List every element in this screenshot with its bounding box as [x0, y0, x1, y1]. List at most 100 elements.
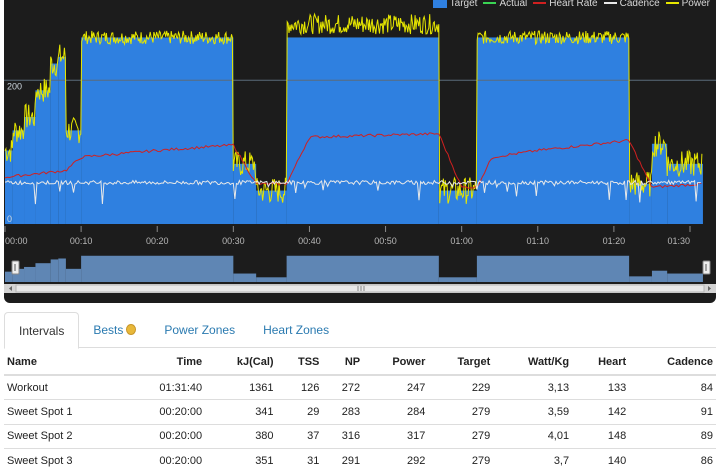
tab-label: Intervals: [19, 324, 64, 338]
table-row[interactable]: Sweet Spot 2 00:20:00 380 37 316 317 279…: [4, 424, 716, 449]
table-cell: 292: [363, 449, 428, 473]
table-cell: 140: [572, 449, 629, 473]
x-tick-label: 00:40: [298, 236, 321, 246]
x-tick-label: 00:50: [374, 236, 397, 246]
scrollbar-thumb[interactable]: [16, 285, 704, 292]
table-cell: 316: [322, 424, 363, 449]
legend-item[interactable]: Heart Rate: [533, 0, 597, 9]
table-cell: 1361: [205, 375, 276, 400]
navigator-segment: [51, 259, 59, 282]
target-segment: [13, 130, 24, 224]
x-tick-label: 00:30: [222, 236, 245, 246]
navigator-segment: [81, 256, 233, 282]
table-cell: 3,7: [493, 449, 572, 473]
column-header[interactable]: Target: [428, 349, 493, 375]
legend-item[interactable]: Cadence: [604, 0, 660, 9]
y-tick-label: 0: [7, 214, 12, 224]
target-segment: [35, 90, 50, 224]
table-row[interactable]: Sweet Spot 1 00:20:00 341 29 283 284 279…: [4, 400, 716, 425]
y-tick-label: 200: [7, 81, 22, 91]
column-header[interactable]: kJ(Cal): [205, 349, 276, 375]
table-cell: 148: [572, 424, 629, 449]
column-header[interactable]: Heart: [572, 349, 629, 375]
target-segment: [477, 37, 629, 224]
tab-bar: Intervals Bests Power Zones Heart Zones: [4, 312, 716, 348]
table-cell: 3,59: [493, 400, 572, 425]
target-segment: [81, 37, 233, 224]
table-cell: 272: [322, 375, 363, 400]
legend-label: Target: [450, 0, 478, 9]
legend-swatch: [483, 2, 496, 4]
table-cell: 317: [363, 424, 428, 449]
table-cell: 00:20:00: [123, 424, 205, 449]
target-segment: [287, 37, 439, 224]
x-tick-label: 01:00: [450, 236, 473, 246]
table-cell: Sweet Spot 3: [4, 449, 123, 473]
navigator-segment: [477, 256, 629, 282]
tab-heart-zones[interactable]: Heart Zones: [249, 312, 343, 348]
navigator-segment: [58, 258, 66, 282]
table-cell: 283: [322, 400, 363, 425]
medal-icon: [126, 324, 136, 335]
table-row[interactable]: Sweet Spot 3 00:20:00 351 31 291 292 279…: [4, 449, 716, 473]
legend-label: Cadence: [620, 0, 660, 9]
tab-intervals[interactable]: Intervals: [4, 312, 79, 349]
workout-chart-panel[interactable]: 200000:0000:1000:2000:3000:4000:5001:000…: [4, 0, 716, 303]
table-header-row: Name Time kJ(Cal) TSS NP Power Target Wa…: [4, 349, 716, 375]
x-tick-label: 01:30: [667, 236, 690, 246]
tab-bests[interactable]: Bests: [79, 312, 150, 348]
table-cell: 351: [205, 449, 276, 473]
legend-item[interactable]: Target: [433, 0, 478, 9]
chart-legend: Target Actual Heart Rate Cadence Power: [433, 0, 710, 10]
navigator-segment: [629, 276, 652, 282]
table-cell: 4,01: [493, 424, 572, 449]
tab-power-zones[interactable]: Power Zones: [150, 312, 249, 348]
table-row[interactable]: Workout 01:31:40 1361 126 272 247 229 3,…: [4, 375, 716, 400]
column-header[interactable]: Cadence: [629, 349, 716, 375]
column-header[interactable]: Watt/Kg: [493, 349, 572, 375]
navigator-segment: [667, 274, 703, 282]
tab-label: Power Zones: [164, 323, 235, 337]
column-header[interactable]: Power: [363, 349, 428, 375]
table-cell: 89: [629, 424, 716, 449]
table-cell: 247: [363, 375, 428, 400]
table-cell: 229: [428, 375, 493, 400]
legend-swatch: [433, 0, 447, 8]
legend-label: Power: [682, 0, 710, 9]
table-cell: 37: [277, 424, 323, 449]
target-segment: [667, 164, 703, 224]
table-cell: Sweet Spot 1: [4, 400, 123, 425]
table-cell: 279: [428, 449, 493, 473]
navigator-segment: [24, 267, 35, 282]
x-tick-label: 00:00: [5, 236, 28, 246]
table-cell: 86: [629, 449, 716, 473]
target-segment: [24, 117, 35, 224]
table-cell: 84: [629, 375, 716, 400]
navigator-segment: [256, 277, 286, 282]
target-segment: [51, 64, 59, 224]
navigator-segment: [66, 269, 81, 282]
column-header[interactable]: Name: [4, 349, 123, 375]
target-segment: [66, 130, 81, 224]
column-header[interactable]: TSS: [277, 349, 323, 375]
x-tick-label: 01:20: [603, 236, 626, 246]
legend-item[interactable]: Actual: [483, 0, 527, 9]
column-header[interactable]: Time: [123, 349, 205, 375]
table-cell: 3,13: [493, 375, 572, 400]
workout-chart[interactable]: 200000:0000:1000:2000:3000:4000:5001:000…: [4, 0, 716, 303]
x-tick-label: 01:10: [527, 236, 550, 246]
navigator-segment: [439, 277, 477, 282]
navigator-segment: [287, 256, 439, 282]
table-cell: 341: [205, 400, 276, 425]
tab-label: Bests: [93, 323, 123, 337]
table-cell: 31: [277, 449, 323, 473]
table-cell: 133: [572, 375, 629, 400]
navigator-segment: [652, 271, 667, 282]
column-header[interactable]: NP: [322, 349, 363, 375]
legend-item[interactable]: Power: [666, 0, 710, 9]
table-cell: 00:20:00: [123, 400, 205, 425]
target-segment: [58, 57, 66, 224]
table-cell: 00:20:00: [123, 449, 205, 473]
table-cell: 01:31:40: [123, 375, 205, 400]
table-cell: 380: [205, 424, 276, 449]
